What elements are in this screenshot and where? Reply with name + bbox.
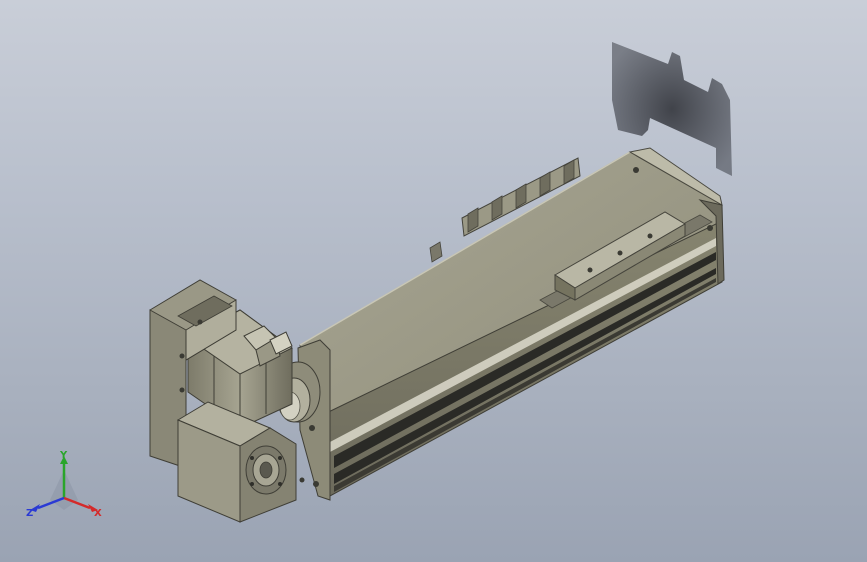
- x-axis-label: X: [94, 508, 102, 519]
- orientation-triad[interactable]: Y X Z: [22, 448, 106, 524]
- graphics-viewport[interactable]: Y X Z: [0, 0, 867, 562]
- y-axis-label: Y: [59, 450, 68, 461]
- linear-actuator-model[interactable]: [0, 0, 867, 562]
- z-axis-label: Z: [26, 508, 33, 519]
- gearbox[interactable]: [176, 401, 297, 523]
